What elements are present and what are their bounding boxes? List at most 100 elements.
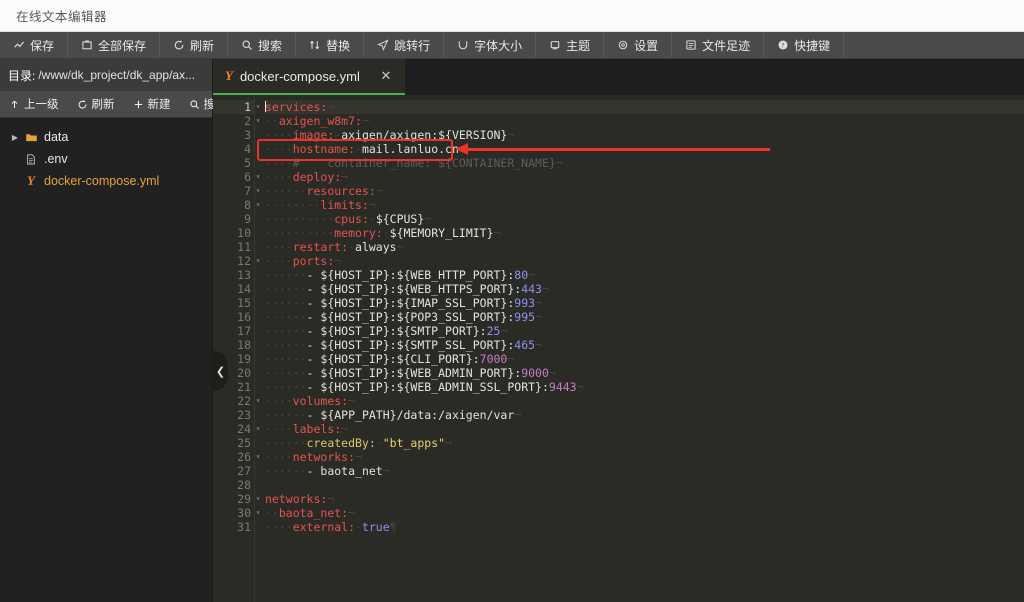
code-line[interactable]: ······- ${HOST_IP}:${WEB_HTTPS_PORT}:443… — [265, 282, 1024, 296]
tree-item-data[interactable]: ▶ data — [0, 126, 212, 148]
code-content[interactable]: services:¬ ··axigen_w8m7:¬ ····image:·axig… — [255, 95, 1024, 602]
chevron-right-icon[interactable]: ▶ — [8, 133, 22, 142]
plus-icon — [133, 99, 144, 110]
toolbar-button-goto-line[interactable]: 跳转行 — [364, 32, 445, 58]
toolbar-button-save-all[interactable]: 全部保存 — [68, 32, 161, 58]
code-line[interactable]: ······- baota_net¬ — [265, 464, 1024, 478]
code-line[interactable]: networks:¬ — [265, 492, 1024, 506]
file-action-new[interactable]: 新建 — [124, 91, 180, 117]
fold-toggle-icon[interactable]: ▾ — [254, 170, 262, 184]
toolbar-button-font-size[interactable]: 字体大小 — [444, 32, 537, 58]
directory-path: /www/dk_project/dk_app/ax... — [38, 68, 196, 82]
code-line[interactable]: ····deploy:¬ — [265, 170, 1024, 184]
file-action-parent-dir[interactable]: 上一级 — [0, 91, 68, 117]
toolbar-label: 设置 — [634, 38, 659, 53]
file-action-label: 上一级 — [24, 99, 59, 111]
file-action-refresh[interactable]: 刷新 — [68, 91, 124, 117]
code-line[interactable]: services:¬ — [265, 100, 1024, 114]
code-line[interactable]: ····image:·axigen/axigen:${VERSION}¬ — [265, 128, 1024, 142]
tree-item-env[interactable]: .env — [0, 148, 212, 170]
directory-path-row[interactable]: 目录: /www/dk_project/dk_app/ax... — [0, 59, 212, 91]
toolbar-button-file-history[interactable]: 文件足迹 — [672, 32, 765, 58]
fold-toggle-icon[interactable]: ▾ — [254, 492, 262, 506]
code-line[interactable]: ····networks:¬ — [265, 450, 1024, 464]
line-number: 25 — [237, 436, 251, 450]
code-line[interactable]: ······- ${HOST_IP}:${IMAP_SSL_PORT}:993¬ — [265, 296, 1024, 310]
toolbar-label: 主题 — [566, 38, 591, 53]
toolbar-button-replace[interactable]: 替换 — [296, 32, 365, 58]
line-number: 29 ▾ — [237, 492, 261, 506]
code-line[interactable]: ······- ${HOST_IP}:${POP3_SSL_PORT}:995¬ — [265, 310, 1024, 324]
line-number: 24 ▾ — [237, 422, 261, 436]
code-line[interactable]: ······- ${HOST_IP}:${SMTP_SSL_PORT}:465¬ — [265, 338, 1024, 352]
code-line[interactable]: ····ports:¬ — [265, 254, 1024, 268]
tree-item-label: docker-compose.yml — [44, 174, 160, 188]
directory-label: 目录: — [8, 68, 36, 83]
goto-line-icon — [377, 39, 389, 51]
line-number: 18 — [237, 338, 251, 352]
line-number: 28 — [237, 478, 251, 492]
code-line[interactable]: ······- ${HOST_IP}:${WEB_ADMIN_PORT}:900… — [265, 366, 1024, 380]
line-number: 11 — [237, 240, 251, 254]
fold-toggle-icon[interactable]: ▾ — [254, 394, 262, 408]
toolbar-button-theme[interactable]: 主题 — [536, 32, 605, 58]
fold-toggle-icon[interactable]: ▾ — [254, 254, 262, 268]
code-line[interactable]: ······createdBy:·"bt_apps"¬ — [265, 436, 1024, 450]
code-line[interactable]: ··baota_net:¬ — [265, 506, 1024, 520]
code-line[interactable]: ······- ${HOST_IP}:${WEB_ADMIN_SSL_PORT}… — [265, 380, 1024, 394]
code-line[interactable]: ······resources:¬ — [265, 184, 1024, 198]
code-line[interactable]: ····hostname:·mail.lanluo.cn¬ — [265, 142, 1024, 156]
line-number: 22 ▾ — [237, 394, 261, 408]
fold-toggle-icon[interactable]: ▾ — [254, 184, 262, 198]
code-line[interactable]: ··axigen_w8m7:¬ — [265, 114, 1024, 128]
line-number: 23 — [237, 408, 251, 422]
code-line[interactable]: ····labels:¬ — [265, 422, 1024, 436]
toolbar-button-search[interactable]: 搜索 — [228, 32, 297, 58]
code-editor[interactable]: 1 ▾ 2 ▾ 3 4 5 6 ▾ 7 ▾ 8 ▾ 9 10 11 12 ▾ 13 14 15 16 17 18 19 20 21 2… — [213, 95, 1024, 602]
toolbar-button-refresh[interactable]: 刷新 — [160, 32, 229, 58]
fold-toggle-icon[interactable]: ▾ — [254, 198, 262, 212]
code-line[interactable]: ····external:·true¶ — [265, 520, 1024, 534]
code-line[interactable]: ··········cpus:·${CPUS}¬ — [265, 212, 1024, 226]
file-actions-toolbar: 上一级 刷新 新建 搜 — [0, 91, 227, 118]
help-icon: ? — [777, 39, 789, 51]
line-number: 2 ▾ — [244, 114, 261, 128]
fold-toggle-icon[interactable]: ▾ — [254, 506, 262, 520]
code-line[interactable]: ······- ${APP_PATH}/data:/axigen/var¬ — [265, 408, 1024, 422]
toolbar-button-save[interactable]: 保存 — [0, 32, 69, 58]
tree-item-docker-compose-yml[interactable]: Y docker-compose.yml — [0, 170, 212, 192]
line-number: 14 — [237, 282, 251, 296]
code-line[interactable]: ····volumes:¬ — [265, 394, 1024, 408]
code-line[interactable]: ··········memory:·${MEMORY_LIMIT}¬ — [265, 226, 1024, 240]
code-line[interactable]: ······- ${HOST_IP}:${CLI_PORT}:7000¬ — [265, 352, 1024, 366]
fold-toggle-icon[interactable]: ▾ — [254, 450, 262, 464]
fold-toggle-icon[interactable]: ▾ — [254, 100, 262, 114]
close-icon[interactable]: ✕ — [379, 68, 393, 84]
line-number: 26 ▾ — [237, 450, 261, 464]
window-titlebar: 在线文本编辑器 — [0, 0, 1024, 32]
code-line[interactable]: ······- ${HOST_IP}:${WEB_HTTP_PORT}:80¬ — [265, 268, 1024, 282]
yaml-icon: Y — [225, 68, 233, 83]
history-icon — [685, 39, 697, 51]
tab-docker-compose-yml[interactable]: Y docker-compose.yml ✕ — [213, 59, 405, 95]
editor-tabbar: Y docker-compose.yml ✕ — [213, 59, 1024, 95]
code-line[interactable] — [265, 478, 1024, 492]
fold-toggle-icon[interactable]: ▾ — [254, 422, 262, 436]
code-line[interactable]: ········limits:¬ — [265, 198, 1024, 212]
code-line[interactable]: ····# container_name: ${CONTAINER_NAME}¬ — [265, 156, 1024, 170]
line-number: 3 — [244, 128, 251, 142]
font-size-icon — [457, 39, 469, 51]
toolbar-button-shortcuts[interactable]: ? 快捷键 — [764, 32, 845, 58]
line-number: 13 — [237, 268, 251, 282]
line-number: 7 ▾ — [244, 184, 261, 198]
line-number: 16 — [237, 310, 251, 324]
line-number: 9 — [244, 212, 251, 226]
line-number-gutter: 1 ▾ 2 ▾ 3 4 5 6 ▾ 7 ▾ 8 ▾ 9 10 11 12 ▾ 13 14 15 16 17 18 19 20 21 2… — [213, 95, 261, 602]
save-icon — [13, 39, 25, 51]
code-line[interactable]: ······- ${HOST_IP}:${SMTP_PORT}:25¬ — [265, 324, 1024, 338]
toolbar-button-settings[interactable]: 设置 — [604, 32, 673, 58]
code-line[interactable]: ····restart:·always¬ — [265, 240, 1024, 254]
chevron-left-icon: ❮ — [215, 365, 226, 378]
toolbar-label: 搜索 — [258, 38, 283, 53]
fold-toggle-icon[interactable]: ▾ — [254, 114, 262, 128]
